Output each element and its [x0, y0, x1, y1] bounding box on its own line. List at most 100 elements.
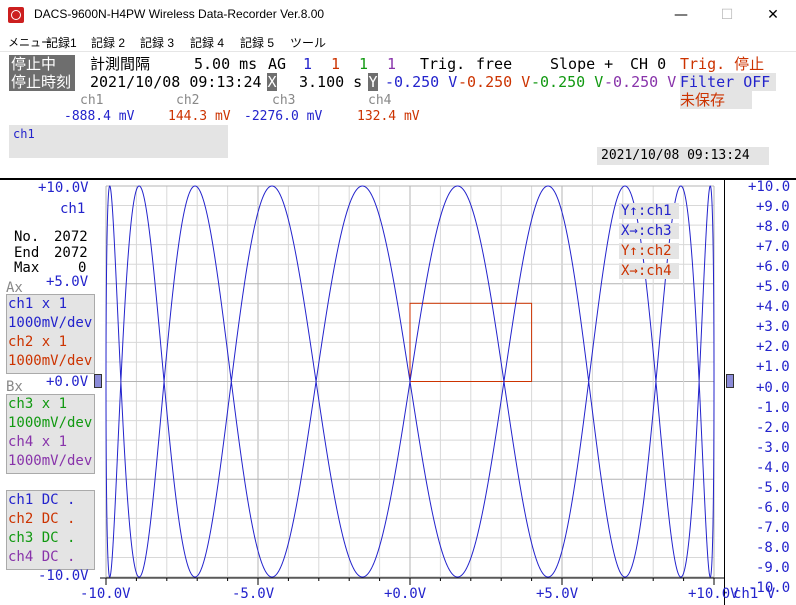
stop-time-value: 2021/10/08 09:13:24 — [90, 73, 262, 91]
slope-setting[interactable]: Slope + — [550, 55, 613, 73]
right-axis-tick-label: -4.0 — [756, 459, 790, 476]
bx-label: Bx — [6, 379, 23, 395]
menu-item-record5[interactable]: 記録 5 — [240, 34, 274, 51]
right-axis-tick-label: +3.0 — [756, 319, 790, 336]
trig-label: Trig. — [420, 55, 466, 73]
right-axis-tick-label: -6.0 — [756, 499, 790, 516]
trigger-stop-status[interactable]: Trig. 停止 — [680, 55, 764, 73]
channel-name-ch4: ch4 — [368, 93, 392, 108]
state-indicator: 停止中 — [9, 55, 75, 73]
close-button[interactable]: ✕ — [750, 0, 796, 31]
ch1-unit[interactable]: 1000mV/dev — [8, 315, 92, 331]
legend-x-ch4: X→:ch4 — [619, 263, 679, 279]
ch1-coupling[interactable]: ch1 DC . — [8, 492, 75, 508]
menu-item-record2[interactable]: 記録 2 — [91, 34, 125, 51]
channel-name-ch2: ch2 — [176, 93, 200, 108]
right-axis-tick-label: -2.0 — [756, 419, 790, 436]
ch2-scale[interactable]: ch2 x 1 — [8, 334, 67, 350]
left-axis-mid-label: +5.0V — [46, 274, 89, 290]
right-axis-tick-label: +7.0 — [756, 239, 790, 256]
ch3-unit[interactable]: 1000mV/dev — [8, 415, 92, 431]
right-axis-tick-label: +4.0 — [756, 299, 790, 316]
y-value-ch1: -0.250 V — [385, 73, 458, 91]
ag-ch3[interactable]: 1 — [359, 55, 368, 73]
right-axis-tick-label: +2.0 — [756, 339, 790, 356]
right-axis-tick-label: -1.0 — [756, 399, 790, 416]
right-axis-tick-label: -3.0 — [756, 439, 790, 456]
right-axis-tick-label: +9.0 — [756, 199, 790, 216]
trig-mode[interactable]: free — [476, 55, 512, 73]
ch1-scale[interactable]: ch1 x 1 — [8, 296, 67, 312]
bottom-axis-tick-label: +10.0V — [688, 586, 739, 602]
reading-ch4: 132.4 mV — [357, 109, 420, 124]
ag-label: AG — [268, 55, 287, 73]
right-axis-tick-label: +6.0 — [756, 259, 790, 276]
y-value-ch2: -0.250 V — [458, 73, 531, 91]
ch3-scale[interactable]: ch3 x 1 — [8, 396, 67, 412]
ch4-scale[interactable]: ch4 x 1 — [8, 434, 67, 450]
y-value-ch4: -0.250 V — [604, 73, 677, 91]
right-axis-tick-label: +5.0 — [756, 279, 790, 296]
ch3-coupling[interactable]: ch3 DC . — [8, 530, 75, 546]
bottom-axis-tick-label: -5.0V — [232, 586, 275, 602]
channel-name-ch1: ch1 — [80, 93, 104, 108]
legend-x-ch3: X→:ch3 — [619, 223, 679, 239]
ch2-coupling[interactable]: ch2 DC . — [8, 511, 75, 527]
reading-ch1: -888.4 mV — [64, 109, 135, 124]
ch4-coupling[interactable]: ch4 DC . — [8, 549, 75, 565]
x-cursor-value: 3.100 s — [299, 73, 363, 91]
right-axis-tick-label: +10.0 — [748, 179, 791, 195]
plot-timestamp: 2021/10/08 09:13:24 — [601, 148, 750, 163]
bottom-axis-tick-label: +0.0V — [384, 586, 427, 602]
x-cursor-marker[interactable]: X — [267, 73, 277, 91]
legend-y-ch1: Y↑:ch1 — [619, 203, 679, 219]
no-value: 2072 — [54, 229, 88, 245]
ag-ch4[interactable]: 1 — [387, 55, 396, 73]
unsaved-indicator: 未保存 — [680, 91, 752, 109]
menu-item-record4[interactable]: 記録 4 — [190, 34, 224, 51]
left-axis-channel[interactable]: ch1 — [60, 201, 85, 217]
right-axis-tick-label: +1.0 — [756, 359, 790, 376]
no-label: No. — [14, 229, 40, 245]
maximize-button[interactable]: ☐ — [704, 0, 750, 31]
bottom-axis-tick-label: -10.0V — [80, 586, 131, 602]
left-axis-bottom-label: -10.0V — [38, 568, 89, 584]
window-title: DACS-9600N-H4PW Wireless Data-Recorder V… — [34, 7, 325, 21]
y-cursor-marker[interactable]: Y — [368, 73, 378, 91]
comment-panel[interactable] — [9, 125, 228, 158]
ag-ch2[interactable]: 1 — [331, 55, 340, 73]
reading-ch2: 144.3 mV — [168, 109, 231, 124]
right-axis-tick-label: +0.0 — [756, 379, 790, 396]
right-axis-footer[interactable]: ch1 V — [733, 586, 775, 602]
end-value: 2072 — [54, 245, 88, 261]
ch2-unit[interactable]: 1000mV/dev — [8, 353, 92, 369]
app-icon — [8, 7, 24, 23]
left-axis-zero-label: +0.0V — [46, 374, 89, 390]
x-axis-ticks — [105, 578, 715, 585]
right-axis-tick-label: -9.0 — [756, 559, 790, 576]
reading-ch3: -2276.0 mV — [244, 109, 323, 124]
ch4-unit[interactable]: 1000mV/dev — [8, 453, 92, 469]
bottom-axis-tick-label: +5.0V — [536, 586, 579, 602]
right-axis-tick-label: -8.0 — [756, 539, 790, 556]
interval-label: 計測間隔 — [90, 55, 151, 73]
menu-item-record1[interactable]: 記録1 — [46, 34, 77, 51]
menu-item-record3[interactable]: 記録 3 — [140, 34, 174, 51]
comment-channel: ch1 — [13, 127, 35, 141]
right-zero-handle[interactable] — [726, 374, 734, 388]
ag-ch1[interactable]: 1 — [303, 55, 312, 73]
channel-name-ch3: ch3 — [272, 93, 296, 108]
stop-time-label: 停止時刻 — [9, 73, 75, 91]
filter-status[interactable]: Filter OFF — [680, 73, 776, 91]
left-axis-top-label: +10.0V — [38, 180, 89, 196]
menu-item-tools[interactable]: ツール — [290, 34, 326, 51]
trigger-channel[interactable]: CH 0 — [630, 55, 666, 73]
interval-value[interactable]: 5.00 ms — [194, 55, 257, 73]
right-axis-tick-label: -5.0 — [756, 479, 790, 496]
right-axis-tick-label: -7.0 — [756, 519, 790, 536]
minimize-button[interactable]: — — [658, 0, 704, 31]
right-axis-tick-label: +8.0 — [756, 219, 790, 236]
legend-y-ch2: Y↑:ch2 — [619, 243, 679, 259]
end-label: End — [14, 245, 40, 261]
y-value-ch3: -0.250 V — [531, 73, 604, 91]
